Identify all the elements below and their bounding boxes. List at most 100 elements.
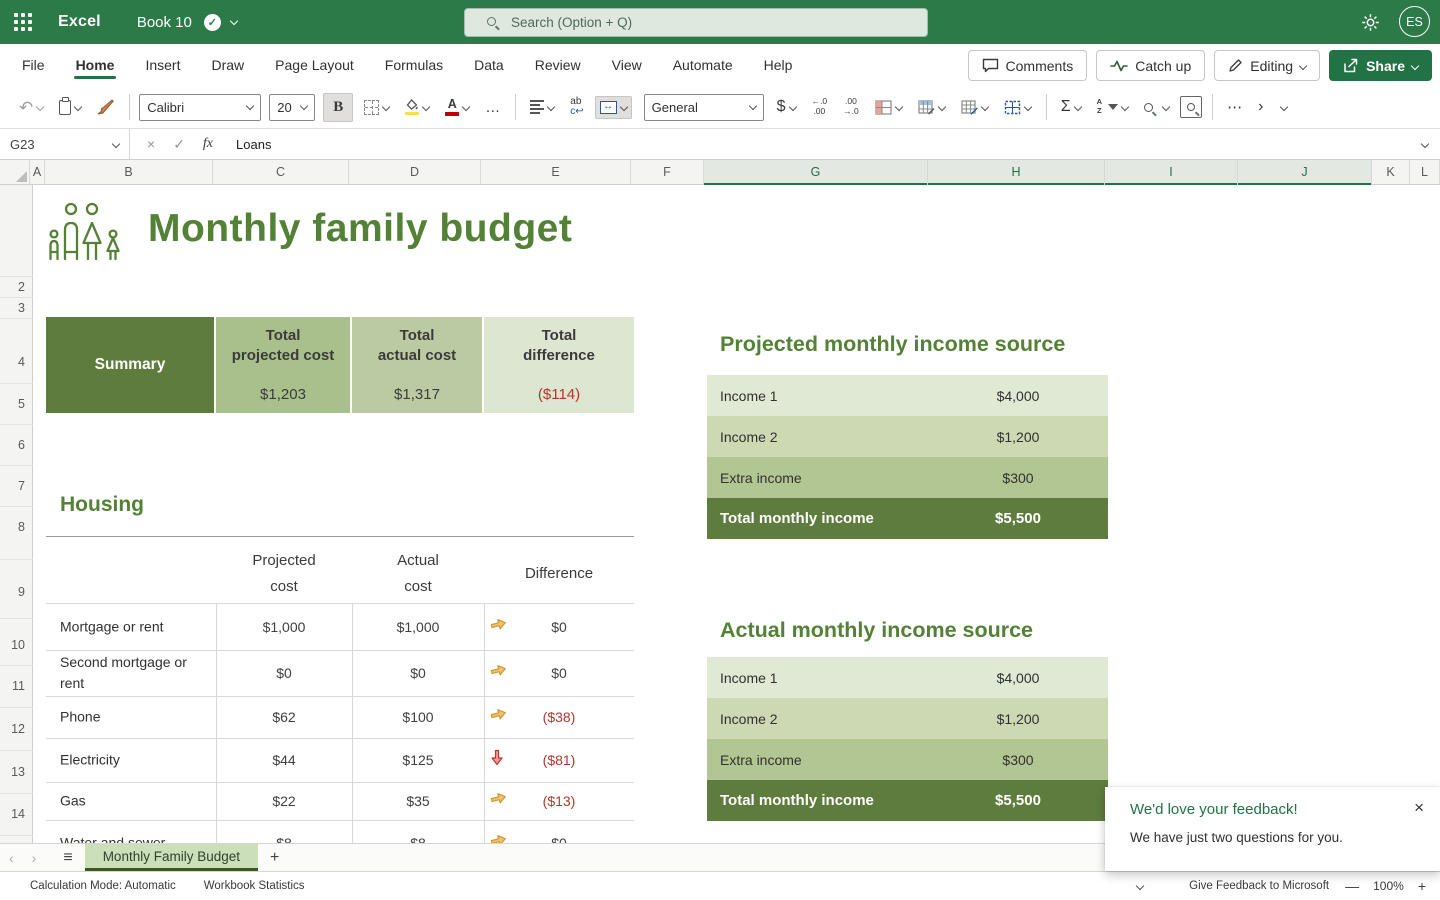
search-input[interactable]: Search (Option + Q) (464, 8, 928, 37)
row-header-12[interactable]: 12 (11, 722, 25, 736)
summary-cell[interactable]: Totalactual cost$1,317 (352, 317, 484, 413)
format-as-table-button[interactable] (913, 95, 950, 120)
housing-projected-value[interactable]: $22 (216, 793, 352, 809)
sheet-tab-active[interactable]: Monthly Family Budget (85, 844, 258, 871)
row-header-8[interactable]: 8 (18, 520, 25, 534)
ribbon-collapse-chevron[interactable] (1276, 99, 1292, 115)
editing-mode-button[interactable]: Editing (1214, 50, 1320, 81)
number-format-select[interactable]: General (644, 94, 764, 121)
menu-view[interactable]: View (610, 47, 644, 83)
formula-input[interactable]: Loans (236, 137, 271, 152)
column-header-G[interactable]: G (704, 160, 928, 184)
row-header-2[interactable]: 2 (18, 280, 25, 294)
prev-sheet-chevron[interactable]: ‹ (0, 850, 23, 866)
menu-page-layout[interactable]: Page Layout (273, 47, 356, 83)
housing-actual-value[interactable]: $125 (352, 752, 484, 768)
column-header-D[interactable]: D (349, 160, 481, 184)
actual-income-row[interactable]: Extra income$300 (707, 739, 1108, 780)
column-header-B[interactable]: B (45, 160, 213, 184)
row-header-10[interactable]: 10 (11, 638, 25, 652)
currency-format-button[interactable]: $ (772, 94, 801, 120)
wrap-text-button[interactable]: abc↩ (565, 92, 588, 122)
menu-insert[interactable]: Insert (143, 47, 182, 83)
menu-help[interactable]: Help (762, 47, 795, 83)
row-header-7[interactable]: 7 (18, 479, 25, 493)
housing-actual-value[interactable]: $35 (352, 793, 484, 809)
status-options-chevron[interactable] (1136, 882, 1144, 890)
column-header-L[interactable]: L (1410, 160, 1440, 184)
actual-income-table[interactable]: Income 1$4,000Income 2$1,200Extra income… (707, 657, 1108, 821)
formula-bar-expand-chevron[interactable] (1421, 140, 1429, 148)
projected-income-row[interactable]: Total monthly income$5,500 (707, 498, 1108, 539)
row-header-13[interactable]: 13 (11, 765, 25, 779)
zoom-level[interactable]: 100% (1373, 879, 1404, 893)
row-header-9[interactable]: 9 (18, 585, 25, 599)
catch-up-button[interactable]: Catch up (1096, 50, 1205, 81)
housing-actual-value[interactable]: $1,000 (352, 619, 484, 635)
ribbon-expand-button[interactable]: › (1253, 94, 1268, 120)
decrease-decimal-button[interactable]: .00→.0 (838, 92, 864, 122)
housing-difference-value[interactable]: $0 (484, 619, 634, 635)
column-header-A[interactable]: A (30, 160, 45, 184)
housing-difference-value[interactable]: ($81) (484, 752, 634, 768)
increase-decimal-button[interactable]: ←.0.00 (807, 92, 833, 122)
column-header-F[interactable]: F (631, 160, 704, 184)
row-header-14[interactable]: 14 (11, 807, 25, 821)
account-avatar[interactable]: ES (1399, 6, 1430, 37)
next-sheet-chevron[interactable]: › (23, 850, 46, 866)
zoom-out-button[interactable]: — (1345, 878, 1359, 894)
paste-button[interactable] (54, 95, 86, 120)
housing-row-name[interactable]: Mortgage or rent (60, 616, 210, 637)
comments-button[interactable]: Comments (968, 50, 1088, 81)
insert-table-button[interactable] (999, 95, 1036, 120)
borders-button[interactable] (359, 95, 394, 120)
projected-income-row[interactable]: Extra income$300 (707, 457, 1108, 498)
actual-income-row[interactable]: Total monthly income$5,500 (707, 780, 1108, 821)
menu-file[interactable]: File (20, 47, 47, 83)
column-header-K[interactable]: K (1372, 160, 1410, 184)
menu-formulas[interactable]: Formulas (383, 47, 445, 83)
undo-button[interactable]: ↶ (14, 94, 48, 121)
column-header-E[interactable]: E (481, 160, 631, 184)
menu-data[interactable]: Data (472, 47, 506, 83)
format-painter-button[interactable] (92, 94, 119, 120)
share-button[interactable]: Share (1329, 50, 1432, 81)
row-header-6[interactable]: 6 (18, 438, 25, 452)
column-header-I[interactable]: I (1105, 160, 1238, 184)
document-title[interactable]: Book 10 (137, 14, 192, 31)
menu-home[interactable]: Home (74, 47, 117, 83)
projected-income-table[interactable]: Income 1$4,000Income 2$1,200Extra income… (707, 375, 1108, 539)
workbook-statistics[interactable]: Workbook Statistics (190, 880, 319, 892)
housing-difference-value[interactable]: $0 (484, 835, 634, 844)
spreadsheet-grid[interactable]: 234567891011121314 Monthly family budget… (0, 185, 1440, 843)
give-feedback-link[interactable]: Give Feedback to Microsoft (1189, 880, 1329, 892)
column-header-J[interactable]: J (1238, 160, 1372, 184)
feedback-close-icon[interactable]: × (1414, 798, 1424, 818)
analyze-data-button[interactable] (1180, 96, 1202, 118)
housing-difference-value[interactable]: $0 (484, 665, 634, 681)
font-name-select[interactable]: Calibri (139, 94, 261, 121)
cell-styles-button[interactable] (956, 95, 993, 120)
row-header-3[interactable]: 3 (18, 301, 25, 315)
name-box[interactable]: G23 (0, 129, 130, 159)
housing-actual-value[interactable]: $100 (352, 709, 484, 725)
projected-income-row[interactable]: Income 1$4,000 (707, 375, 1108, 416)
summary-cell[interactable]: Totaldifference($114) (484, 317, 634, 413)
alignment-button[interactable] (525, 95, 559, 119)
menu-automate[interactable]: Automate (671, 47, 735, 83)
fill-color-button[interactable] (400, 94, 434, 120)
settings-gear-icon[interactable] (1361, 13, 1380, 37)
housing-projected-value[interactable]: $8 (216, 835, 352, 844)
find-button[interactable] (1139, 98, 1174, 117)
cancel-icon[interactable]: × (138, 136, 164, 152)
housing-row-name[interactable]: Gas (60, 791, 210, 812)
housing-projected-value[interactable]: $44 (216, 752, 352, 768)
actual-income-row[interactable]: Income 1$4,000 (707, 657, 1108, 698)
projected-income-row[interactable]: Income 2$1,200 (707, 416, 1108, 457)
housing-actual-value[interactable]: $0 (352, 665, 484, 681)
app-launcher-icon[interactable] (14, 13, 32, 31)
row-header-4[interactable]: 4 (18, 355, 25, 369)
housing-row-name[interactable]: Water and sewer (60, 832, 210, 843)
document-title-chevron-icon[interactable] (230, 16, 238, 24)
font-color-button[interactable]: A (440, 93, 474, 121)
